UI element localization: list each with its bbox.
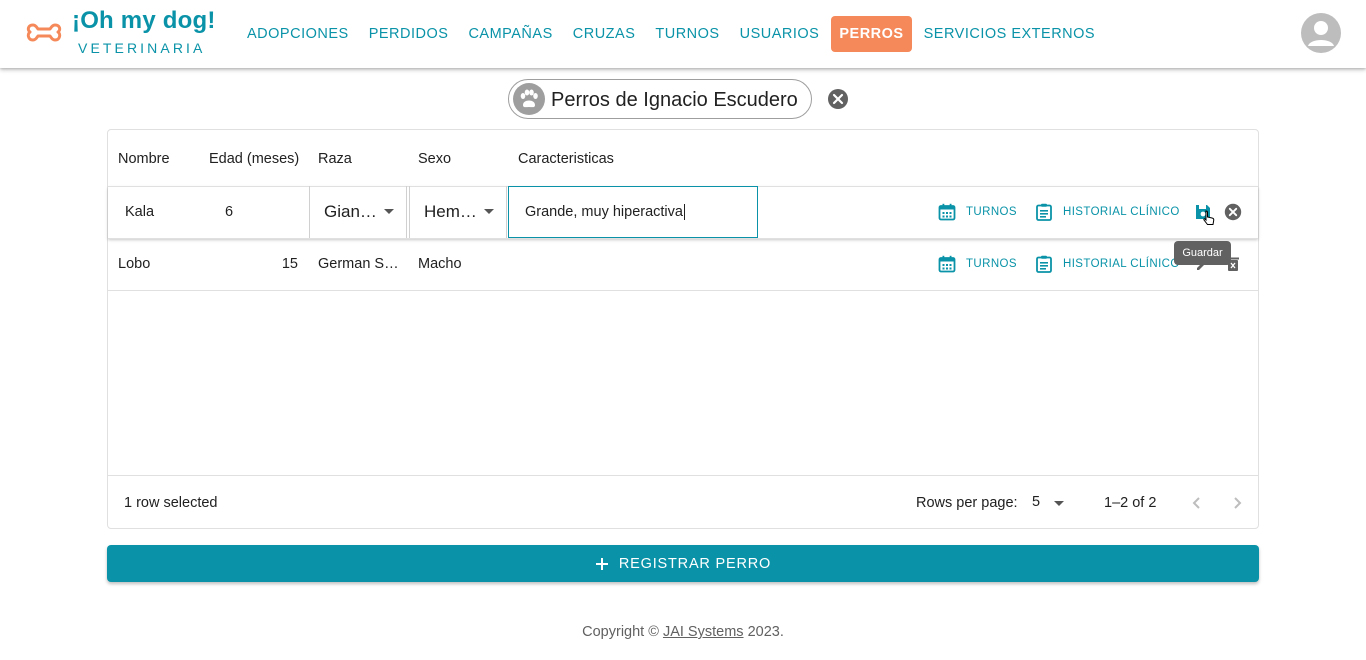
nav-servicios-externos[interactable]: SERVICIOS EXTERNOS xyxy=(914,16,1106,52)
next-page-icon[interactable] xyxy=(1228,494,1246,512)
register-dog-label: REGISTRAR PERRO xyxy=(618,555,772,572)
chip-avatar xyxy=(513,83,545,115)
cell-sexo: Macho xyxy=(418,256,462,272)
column-header-nombre[interactable]: Nombre xyxy=(118,151,170,167)
cell-raza: German S… xyxy=(318,256,399,272)
nav-cruzas[interactable]: CRUZAS xyxy=(563,16,646,52)
row-divider xyxy=(108,238,1258,239)
selected-rows-count: 1 row selected xyxy=(124,495,218,511)
row-divider xyxy=(108,290,1258,291)
calendar-icon xyxy=(938,255,956,273)
calendar-icon xyxy=(938,203,956,221)
pagination-range: 1–2 of 2 xyxy=(1104,495,1157,511)
turnos-label: TURNOS xyxy=(966,258,1017,270)
register-dog-button[interactable]: REGISTRAR PERRO xyxy=(107,545,1259,582)
raza-dropdown-caret-icon xyxy=(384,209,394,214)
nav-perdidos[interactable]: PERDIDOS xyxy=(359,16,459,52)
turnos-label: TURNOS xyxy=(966,206,1017,218)
main-nav: ADOPCIONES PERDIDOS CAMPAÑAS CRUZAS TURN… xyxy=(237,15,1105,53)
historial-label: HISTORIAL CLÍNICO xyxy=(1063,206,1180,218)
column-header-sexo[interactable]: Sexo xyxy=(418,151,451,167)
bone-logo-icon[interactable] xyxy=(25,20,63,46)
turnos-button-row2[interactable]: TURNOS xyxy=(938,255,1017,273)
text-cursor xyxy=(683,204,685,220)
user-avatar[interactable] xyxy=(1301,13,1341,53)
caracteristicas-edit-value: Grande, muy hiperactiva xyxy=(525,204,683,220)
previous-page-icon[interactable] xyxy=(1188,494,1206,512)
copyright-prefix: Copyright © xyxy=(582,624,659,640)
caracteristicas-edit-field[interactable]: Grande, muy hiperactiva xyxy=(508,186,758,238)
footer-divider xyxy=(108,475,1258,476)
historial-button-row2[interactable]: HISTORIAL CLÍNICO xyxy=(1035,255,1180,273)
column-header-raza[interactable]: Raza xyxy=(318,151,352,167)
cell-edad: 15 xyxy=(281,256,298,272)
column-header-caracteristicas[interactable]: Caracteristicas xyxy=(518,151,614,167)
sexo-select-value: Hem… xyxy=(424,202,477,221)
clear-filter-icon[interactable] xyxy=(827,88,849,110)
clipboard-icon xyxy=(1036,255,1052,273)
raza-select[interactable]: Gian… xyxy=(309,186,407,238)
plus-icon xyxy=(595,557,608,570)
company-link[interactable]: JAI Systems xyxy=(663,624,744,640)
copyright-year: 2023. xyxy=(747,624,784,640)
turnos-button-row1[interactable]: TURNOS xyxy=(938,203,1017,221)
rows-per-page-select[interactable]: 5 xyxy=(1032,494,1068,514)
raza-select-value: Gian… xyxy=(324,202,377,221)
nav-campanas[interactable]: CAMPAÑAS xyxy=(458,16,562,52)
paw-icon xyxy=(520,89,538,108)
clipboard-icon xyxy=(1036,203,1052,221)
rows-per-page-caret-icon xyxy=(1054,501,1064,506)
brand-title[interactable]: ¡Oh my dog! xyxy=(72,7,216,35)
edad-edit-value: 6 xyxy=(225,204,234,220)
nav-perros[interactable]: PERROS xyxy=(831,16,912,52)
nav-turnos[interactable]: TURNOS xyxy=(645,16,729,52)
save-tooltip: Guardar xyxy=(1174,241,1231,265)
historial-button-row1[interactable]: HISTORIAL CLÍNICO xyxy=(1035,203,1180,221)
owner-filter-chip[interactable]: Perros de Ignacio Escudero xyxy=(508,79,812,119)
historial-label: HISTORIAL CLÍNICO xyxy=(1063,258,1180,270)
dogs-data-grid: Nombre Edad (meses) Raza Sexo Caracteris… xyxy=(107,129,1259,529)
rows-per-page-label: Rows per page: xyxy=(916,495,1018,511)
cancel-icon[interactable] xyxy=(1224,203,1242,221)
account-icon xyxy=(1308,21,1334,46)
rows-per-page-value: 5 xyxy=(1032,494,1041,510)
nombre-edit-value: Kala xyxy=(125,204,155,220)
column-header-edad[interactable]: Edad (meses) xyxy=(209,151,299,167)
cell-nombre: Lobo xyxy=(118,256,151,272)
nombre-edit-field[interactable]: Kala xyxy=(109,186,199,238)
copyright-footer: Copyright © JAI Systems 2023. xyxy=(0,624,1366,640)
nav-usuarios[interactable]: USUARIOS xyxy=(730,16,830,52)
edad-edit-field[interactable]: 6 xyxy=(200,186,308,238)
sexo-dropdown-caret-icon xyxy=(484,209,494,214)
brand-subtitle: VETERINARIA xyxy=(78,40,206,56)
sexo-select[interactable]: Hem… xyxy=(409,186,507,238)
nav-adopciones[interactable]: ADOPCIONES xyxy=(237,16,359,52)
app-bar: ¡Oh my dog! VETERINARIA ADOPCIONES PERDI… xyxy=(0,0,1366,68)
mouse-pointer-icon xyxy=(1203,210,1215,225)
owner-chip-label: Perros de Ignacio Escudero xyxy=(551,89,798,111)
